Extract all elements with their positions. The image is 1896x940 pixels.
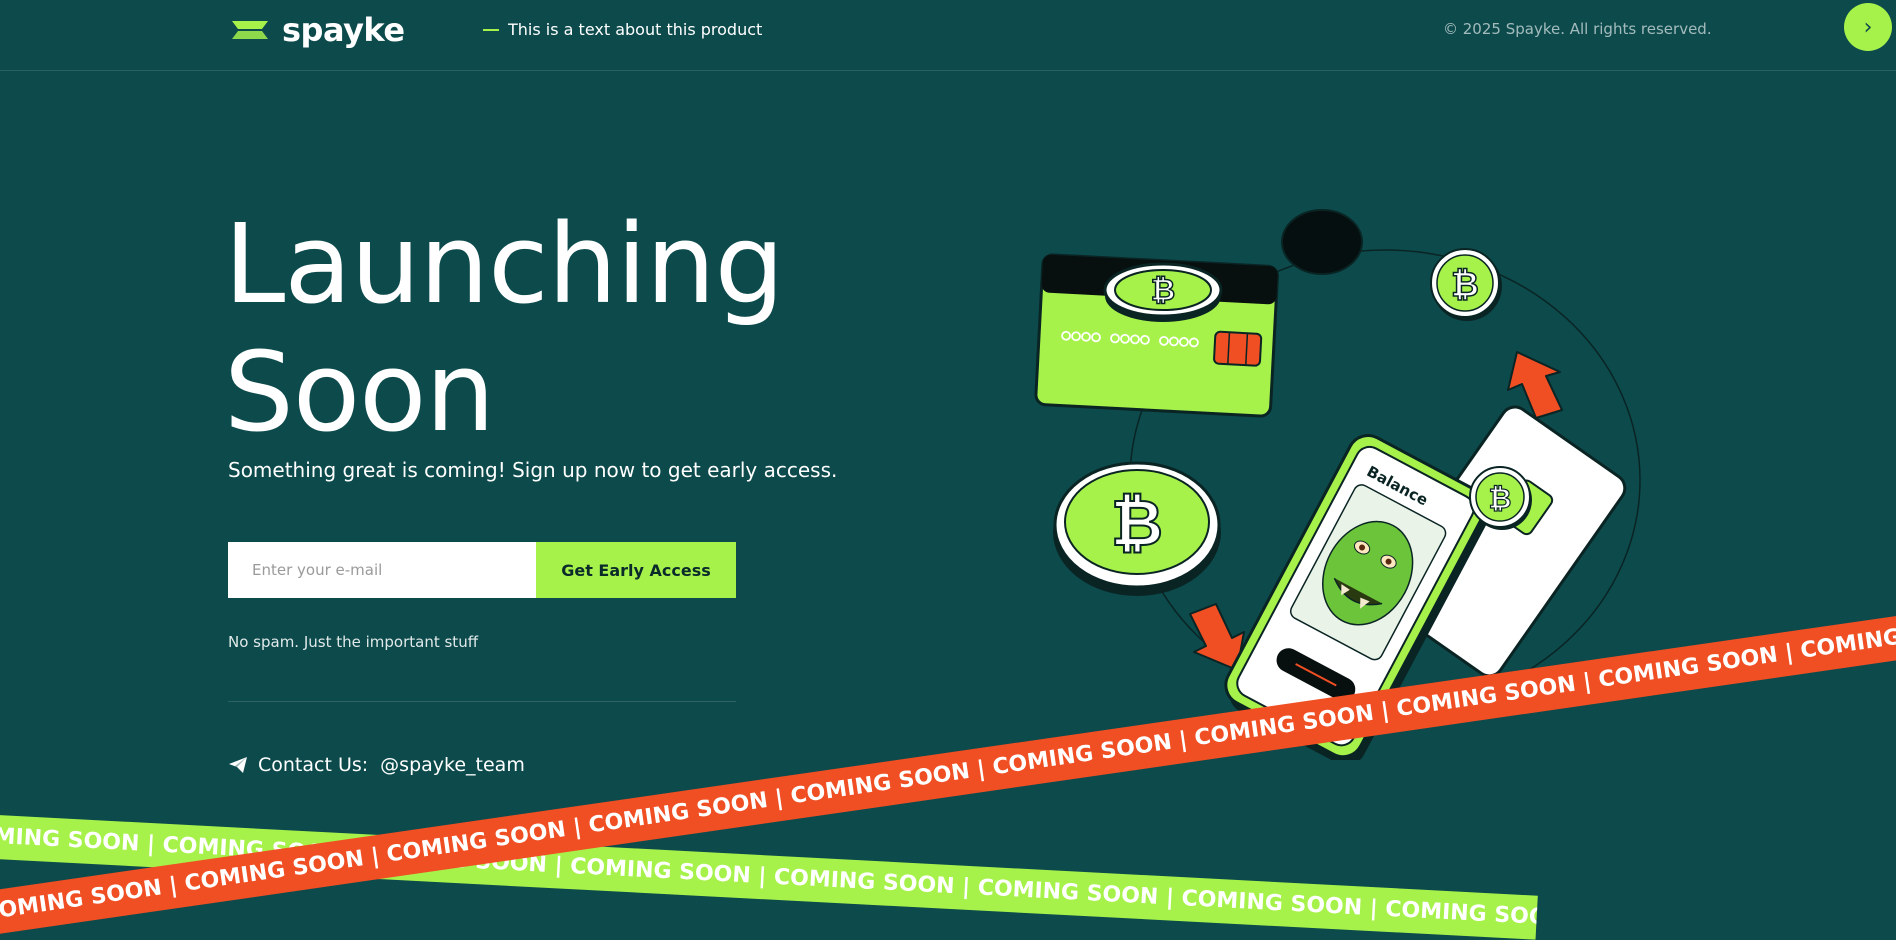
bitcoin-coin-small-icon: ₿ bbox=[1430, 248, 1502, 321]
svg-text:₿: ₿ bbox=[1451, 265, 1479, 305]
black-oval bbox=[1281, 209, 1363, 275]
get-early-access-button[interactable]: Get Early Access bbox=[536, 542, 736, 598]
header-tagline: This is a text about this product bbox=[483, 20, 762, 39]
site-header: spayke This is a text about this product… bbox=[0, 0, 1896, 71]
svg-text:₿: ₿ bbox=[1111, 487, 1163, 561]
email-input[interactable] bbox=[228, 542, 536, 598]
hero-title-line1: Launching bbox=[224, 200, 784, 328]
divider bbox=[228, 701, 736, 702]
hero-title-line2: Soon bbox=[224, 328, 495, 456]
copyright-text: © 2025 Spayke. All rights reserved. bbox=[1443, 20, 1712, 38]
bitcoin-coin-icon: ₿ bbox=[1103, 262, 1223, 322]
contact-handle-link[interactable]: @spayke_team bbox=[380, 754, 525, 776]
logo[interactable]: spayke bbox=[228, 10, 405, 50]
signup-form: Get Early Access bbox=[228, 542, 736, 598]
svg-text:₿: ₿ bbox=[1151, 273, 1175, 308]
contact-label: Contact Us: bbox=[258, 754, 369, 776]
svg-text:₿: ₿ bbox=[1489, 482, 1512, 515]
hero-subtitle: Something great is coming! Sign up now t… bbox=[228, 458, 838, 482]
tagline-text: This is a text about this product bbox=[508, 20, 763, 39]
telegram-send-icon bbox=[229, 757, 247, 773]
bitcoin-coin-large-icon: ₿ bbox=[1053, 461, 1221, 596]
chevron-right-icon: › bbox=[1863, 14, 1873, 40]
contact-section: Contact Us: @spayke_team bbox=[228, 754, 525, 776]
logo-mark-icon bbox=[232, 21, 268, 39]
hero-title: Launching Soon bbox=[224, 200, 784, 456]
next-button[interactable]: › bbox=[1844, 3, 1892, 51]
logo-text: spayke bbox=[282, 11, 405, 49]
no-spam-note: No spam. Just the important stuff bbox=[228, 633, 479, 651]
tagline-dash bbox=[483, 28, 499, 31]
